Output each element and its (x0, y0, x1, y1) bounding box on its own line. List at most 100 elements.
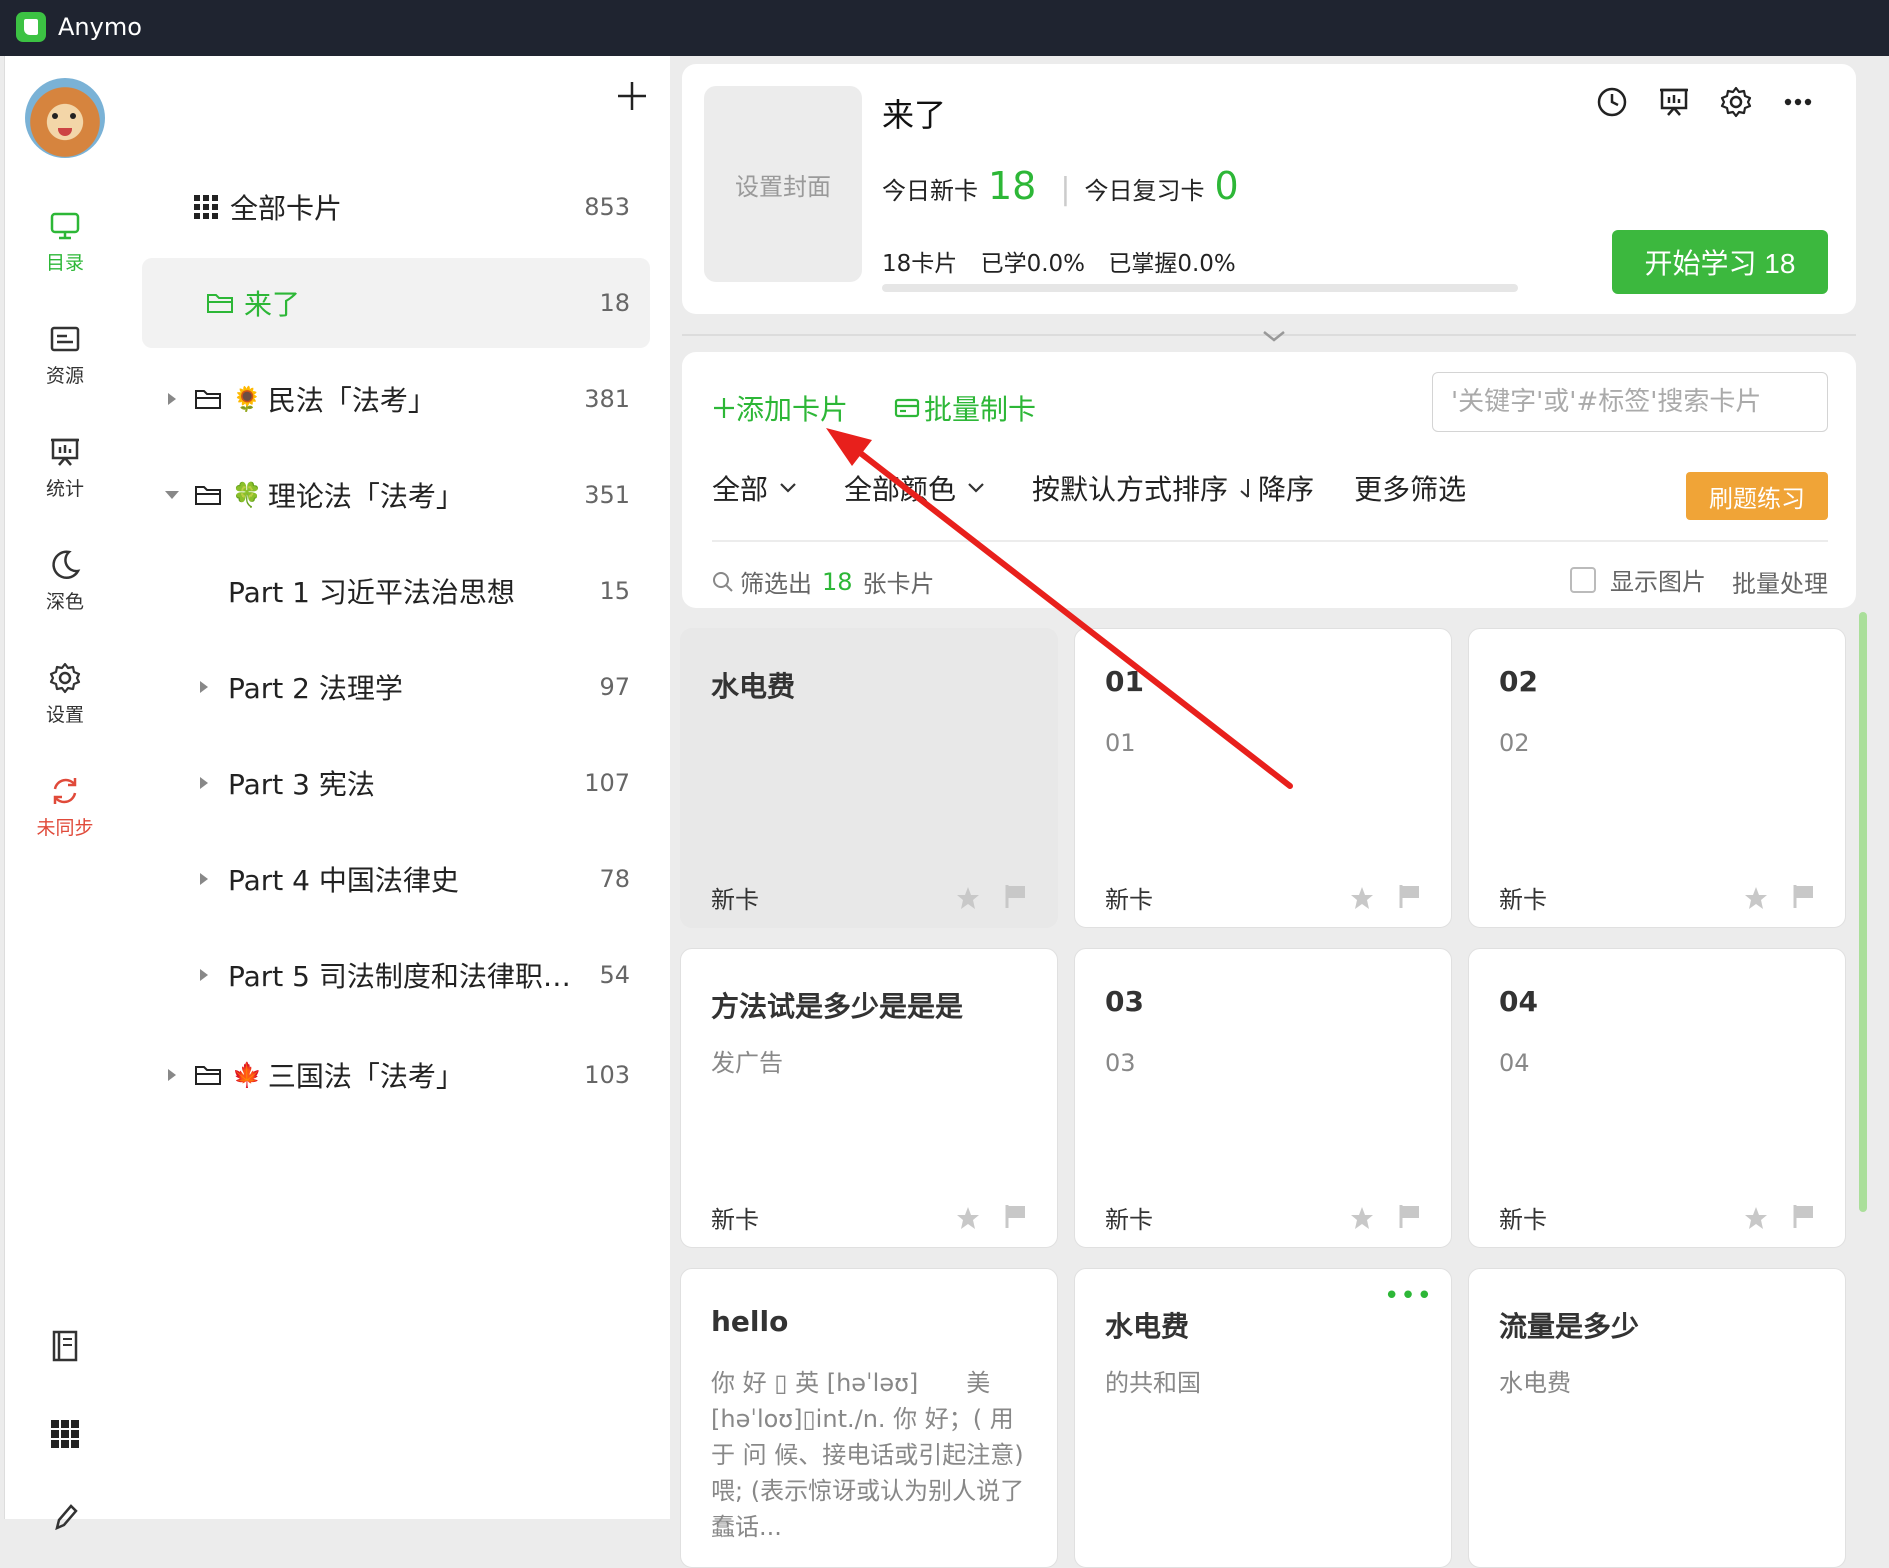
flag-icon[interactable] (1791, 883, 1815, 909)
add-card-label: 添加卡片 (736, 393, 849, 426)
search-input[interactable] (1432, 372, 1828, 432)
tree-item-civil-law[interactable]: 🌻 民法「法考」 381 (142, 354, 650, 444)
pen-icon[interactable] (51, 1500, 81, 1530)
star-icon[interactable] (1349, 885, 1375, 911)
today-new-count: 18 (988, 164, 1037, 208)
card-status: 新卡 (1105, 886, 1153, 914)
result-prefix: 筛选出 (740, 570, 812, 598)
batch-process-button[interactable]: 批量处理 (1732, 564, 1828, 599)
caret-right-icon[interactable] (194, 869, 214, 889)
caret-right-icon[interactable] (162, 389, 182, 409)
clover-icon: 🍀 (232, 481, 262, 509)
tree-item-part-3[interactable]: Part 3 宪法 107 (142, 738, 650, 828)
card-title: 方法试是多少是是是 (711, 990, 964, 1023)
card-body: 02 (1499, 729, 1530, 757)
tree-item-international-law[interactable]: 🍁 三国法「法考」 103 (142, 1030, 650, 1120)
rail-item-stats[interactable]: 统计 (5, 434, 125, 501)
today-review-count: 0 (1214, 164, 1239, 208)
folder-icon (195, 1066, 221, 1085)
learned-percent: 已学0.0% (980, 251, 1086, 277)
sunflower-icon: 🌻 (232, 385, 262, 413)
tree-item-theory-law[interactable]: 🍀 理论法「法考」 351 (142, 450, 650, 540)
deck-toolbar (1594, 84, 1816, 120)
tree-item-label: Part 5 司法制度和法律职业... (228, 960, 588, 993)
caret-right-icon[interactable] (194, 965, 214, 985)
more-filters-button[interactable]: 更多筛选 (1354, 468, 1466, 508)
card-body: 水电费 (1499, 1369, 1571, 1397)
tree-item-part-4[interactable]: Part 4 中国法律史 78 (142, 834, 650, 924)
presentation-icon (51, 438, 79, 466)
card-item[interactable]: ••• 水电费 的共和国 (1074, 1268, 1452, 1568)
tree-item-label: 来了 (244, 288, 301, 321)
star-icon[interactable] (955, 1205, 981, 1231)
rail-item-catalog[interactable]: 目录 (5, 208, 125, 275)
show-images-toggle[interactable]: 显示图片 (1570, 562, 1706, 597)
rail-item-resources[interactable]: 资源 (5, 321, 125, 388)
filter-all-dropdown[interactable]: 全部 (712, 468, 798, 508)
show-images-checkbox[interactable] (1570, 566, 1596, 593)
rail-item-settings[interactable]: 设置 (5, 660, 125, 727)
rail-item-sync[interactable]: 未同步 (5, 773, 125, 840)
add-card-button[interactable]: 添加卡片 (712, 388, 848, 428)
filter-color-dropdown[interactable]: 全部颜色 (844, 468, 986, 508)
card-status: 新卡 (711, 886, 759, 914)
start-study-button[interactable]: 开始学习 18 (1612, 230, 1828, 294)
tree-item-all-cards[interactable]: 全部卡片 853 (142, 162, 650, 252)
card-title: 水电费 (1105, 1310, 1190, 1343)
card-item[interactable]: 流量是多少 水电费 (1468, 1268, 1846, 1568)
tree-item-count: 853 (584, 193, 630, 221)
caret-right-icon[interactable] (194, 677, 214, 697)
card-title: 01 (1105, 665, 1144, 698)
card-body: 04 (1499, 1049, 1530, 1077)
card-item[interactable]: 方法试是多少是是是 发广告 新卡 (680, 948, 1058, 1248)
star-icon[interactable] (955, 885, 981, 911)
tree-item-count: 54 (599, 961, 630, 989)
stats-divider: | (1060, 172, 1071, 207)
chevron-down-icon[interactable] (1256, 324, 1292, 348)
grid-icon[interactable] (49, 1418, 81, 1450)
caret-right-icon[interactable] (162, 1065, 182, 1085)
rail-item-dark-mode[interactable]: 深色 (5, 547, 125, 614)
gear-icon[interactable] (1718, 84, 1754, 120)
tree-item-part-2[interactable]: Part 2 法理学 97 (142, 642, 650, 732)
flag-icon[interactable] (1397, 883, 1421, 909)
tree-item-part-1[interactable]: Part 1 习近平法治思想 15 (142, 546, 650, 636)
add-deck-icon[interactable] (614, 78, 650, 114)
flag-icon[interactable] (1003, 1203, 1027, 1229)
presentation-icon[interactable] (1656, 84, 1692, 120)
card-item[interactable]: 01 01 新卡 (1074, 628, 1452, 928)
flag-icon[interactable] (1003, 883, 1027, 909)
card-body: 你 好 ▯ 英 [həˈləʊ] 美 [həˈloʊ]▯int./n. 你 好；… (711, 1369, 1025, 1541)
card-more-icon[interactable]: ••• (1384, 1281, 1433, 1311)
book-icon[interactable] (47, 1328, 83, 1364)
tree-item-lai-le[interactable]: 来了 18 (142, 258, 650, 348)
tree-item-part-5[interactable]: Part 5 司法制度和法律职业... 54 (142, 930, 650, 1020)
tree-item-count: 18 (599, 289, 630, 317)
star-icon[interactable] (1743, 885, 1769, 911)
card-title: 水电费 (711, 670, 796, 703)
card-item[interactable]: 02 02 新卡 (1468, 628, 1846, 928)
star-icon[interactable] (1743, 1205, 1769, 1231)
more-icon[interactable] (1780, 84, 1816, 120)
caret-right-icon[interactable] (194, 773, 214, 793)
resource-icon (50, 326, 80, 352)
card-item[interactable]: 水电费 新卡 (680, 628, 1058, 928)
star-icon[interactable] (1349, 1205, 1375, 1231)
clock-icon[interactable] (1594, 84, 1630, 120)
card-item[interactable]: 04 04 新卡 (1468, 948, 1846, 1248)
tree-item-label: 全部卡片 (230, 192, 343, 225)
folder-icon (195, 390, 221, 409)
batch-create-button[interactable]: 批量制卡 (894, 388, 1036, 428)
scrollbar[interactable] (1859, 612, 1867, 1212)
card-item[interactable]: hello 你 好 ▯ 英 [həˈləʊ] 美 [həˈloʊ]▯int./n… (680, 1268, 1058, 1568)
practice-button[interactable]: 刷题练习 (1686, 472, 1828, 520)
card-title: 03 (1105, 985, 1144, 1018)
avatar[interactable] (25, 78, 105, 158)
sort-dropdown[interactable]: 按默认方式排序 降序 (1032, 468, 1314, 508)
deck-header-card: 设置封面 来了 今日新卡 18 | 今日复习卡 0 18卡片 已学0.0% 已掌… (682, 64, 1856, 314)
card-item[interactable]: 03 03 新卡 (1074, 948, 1452, 1248)
set-cover-button[interactable]: 设置封面 (704, 86, 862, 282)
caret-down-icon[interactable] (162, 485, 182, 505)
flag-icon[interactable] (1397, 1203, 1421, 1229)
flag-icon[interactable] (1791, 1203, 1815, 1229)
